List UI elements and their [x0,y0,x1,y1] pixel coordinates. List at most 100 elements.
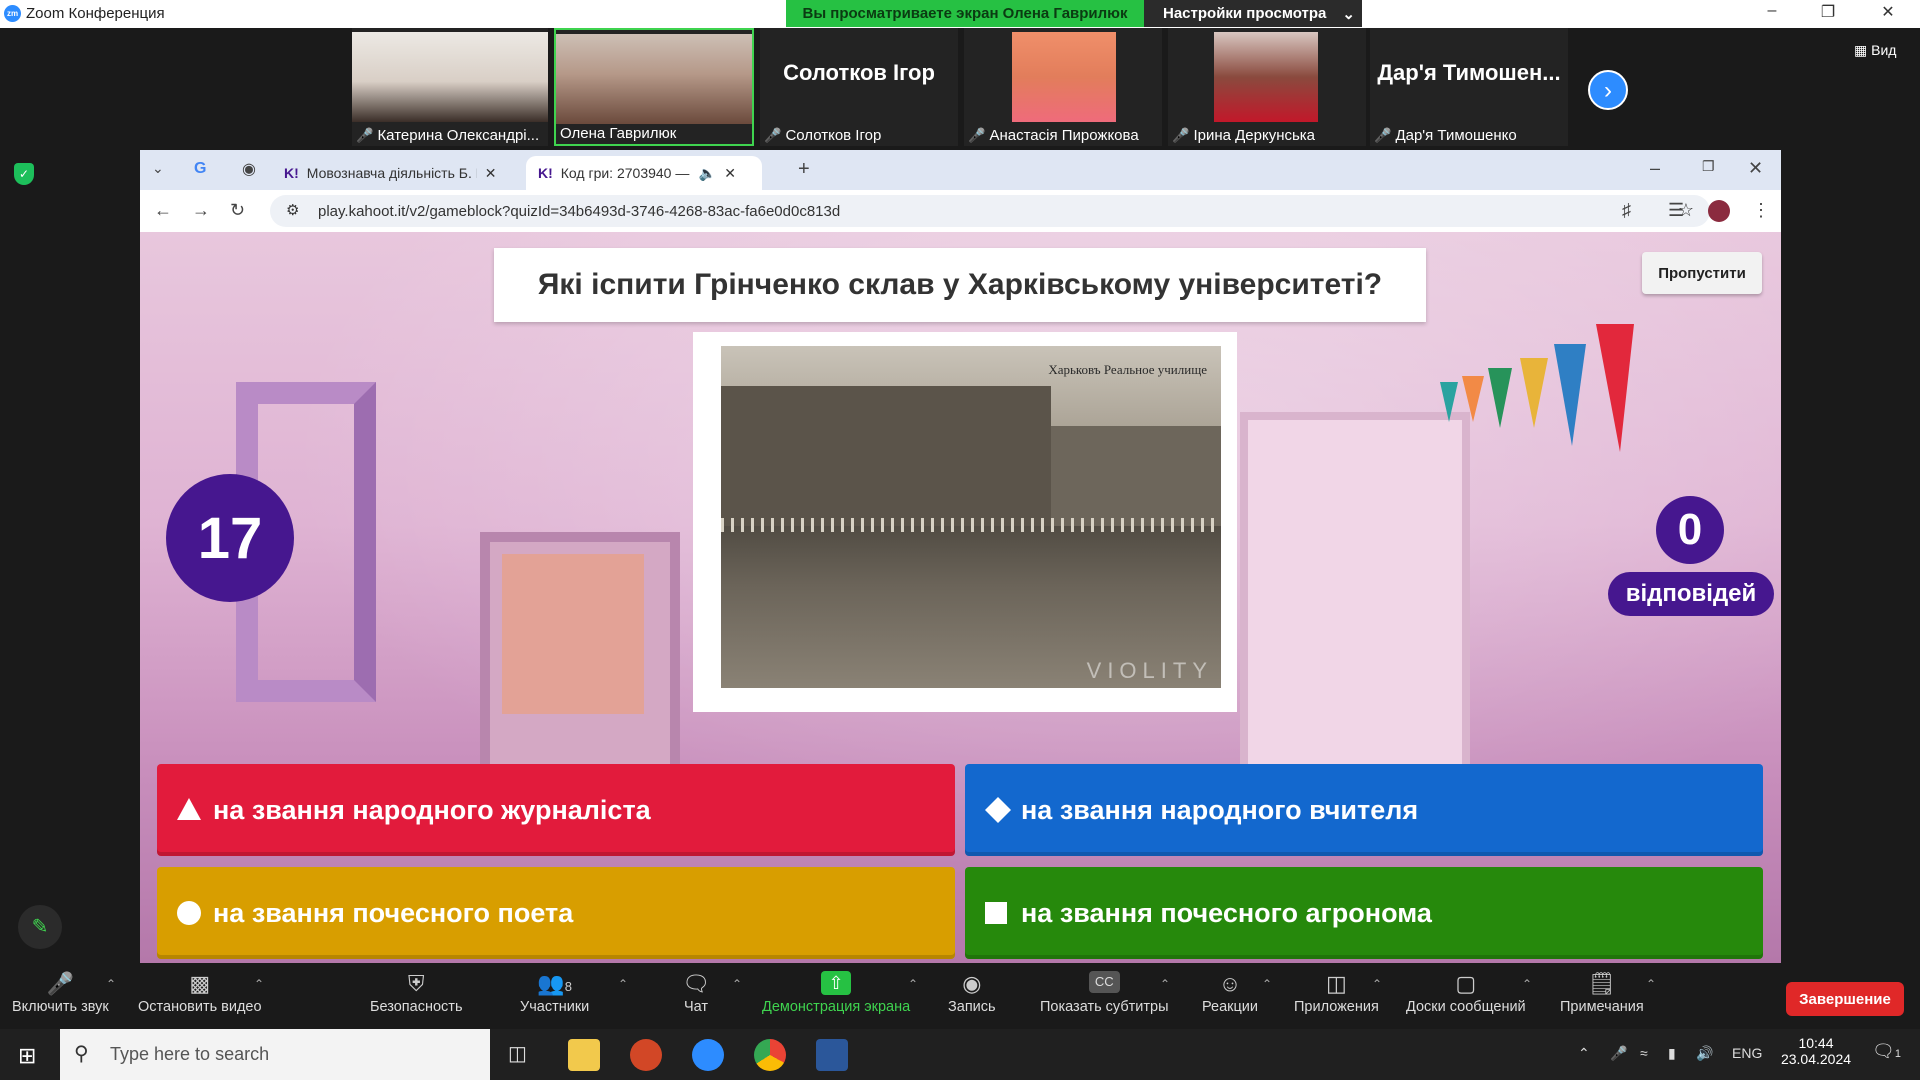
notes-options-chevron-icon[interactable]: ⌃ [1646,977,1656,991]
stop-video-button[interactable]: ▩ Остановить видео [138,971,262,1015]
end-meeting-button[interactable]: Завершение [1786,982,1904,1016]
kahoot-game-area: Які іспити Грінченко склав у Харківськом… [140,232,1781,963]
answer-text: на звання народного вчителя [1021,794,1419,825]
view-button[interactable]: ▦ Вид [1854,42,1896,59]
unmute-button[interactable]: 🎤 Включить звук [12,971,109,1015]
notes-icon: 🗒 [1587,971,1616,996]
word-icon[interactable] [816,1039,848,1071]
reactions-options-chevron-icon[interactable]: ⌃ [1262,977,1272,991]
skip-button[interactable]: Пропустити [1642,252,1762,294]
encryption-shield-icon[interactable]: ✓ [14,163,34,185]
file-explorer-icon[interactable] [568,1039,600,1071]
minimize-browser-button[interactable]: – [1650,158,1660,179]
answer-square[interactable]: на звання почесного агронома [965,867,1763,959]
browser-menu-icon[interactable]: ⋮ [1752,200,1770,221]
participant-name: Дар'я Тимошенко [1395,127,1517,144]
view-settings-dropdown[interactable]: Настройки просмотра ⌄ [1144,0,1362,27]
notifications-icon[interactable]: 🗨1 [1872,1041,1901,1062]
chrome-icon[interactable] [754,1039,786,1071]
participant-tile[interactable]: 🎤 Анастасія Пирожкова [964,28,1162,146]
reload-icon[interactable]: ↻ [230,200,245,221]
captions-label: Показать субтитры [1040,999,1169,1015]
answer-diamond[interactable]: на звання народного вчителя [965,764,1763,856]
participant-tile-active[interactable]: Олена Гаврилюк [554,28,754,146]
profile-avatar[interactable] [1708,200,1730,222]
reactions-button[interactable]: ☺ Реакции [1202,971,1258,1015]
chat-options-chevron-icon[interactable]: ⌃ [732,977,742,991]
extensions-icon[interactable]: ♯ [1622,200,1631,221]
new-tab-plus-icon[interactable]: + [798,158,810,181]
microphone-icon[interactable]: 🎤 [1610,1045,1627,1062]
audio-options-chevron-icon[interactable]: ⌃ [106,977,116,991]
close-window-button[interactable]: ✕ [1868,2,1908,24]
task-view-icon[interactable]: ◫ [508,1041,527,1066]
close-tab-icon[interactable]: ✕ [724,165,736,182]
apps-icon: ◫ [1326,971,1347,996]
windows-start-icon[interactable]: ⊞ [18,1043,36,1069]
next-page-chevron-icon[interactable]: › [1588,70,1628,110]
tab-kahoot-game[interactable]: K! Код гри: 2703940 — Чека 🔈 ✕ [526,156,762,190]
fence-shape [721,518,1221,532]
close-browser-button[interactable]: ✕ [1748,158,1763,179]
clock[interactable]: 10:44 23.04.2024 [1776,1035,1856,1067]
answer-triangle[interactable]: на звання народного журналіста [157,764,955,856]
zoom-app-icon[interactable] [692,1039,724,1071]
restore-button[interactable]: ❐ [1808,2,1848,24]
participants-icon: 👥8 [537,971,572,996]
participant-tile[interactable]: 🎤 Катерина Олександрі... [352,28,548,146]
chat-button[interactable]: 🗨 Чат [682,971,710,1015]
media-controls-icon[interactable]: ☰ [1668,200,1684,221]
mic-off-icon: 🎤 [46,971,75,996]
taskbar-search-box[interactable]: ⚲ Type here to search [60,1029,490,1080]
mic-off-icon: 🎤 [968,127,986,143]
building-wing-shape [1051,426,1221,526]
apps-options-chevron-icon[interactable]: ⌃ [1372,977,1382,991]
powerpoint-icon[interactable] [630,1039,662,1071]
language-indicator[interactable]: ENG [1732,1045,1762,1061]
address-bar[interactable]: ⚙ play.kahoot.it/v2/gameblock?quizId=34b… [270,195,1710,227]
captions-button[interactable]: CC Показать субтитры [1040,971,1169,1015]
site-settings-icon[interactable]: ⚙ [286,201,299,219]
apps-button[interactable]: ◫ Приложения [1294,971,1379,1015]
whiteboards-button[interactable]: ▢ Доски сообщений [1406,971,1526,1015]
participant-tile[interactable]: Дар'я Тимошен... 🎤 Дар'я Тимошенко [1370,28,1568,146]
answers-label: відповідей [1608,572,1774,616]
video-camera-icon: ▩ [189,971,211,996]
google-icon[interactable]: G [194,160,206,178]
wifi-icon[interactable]: ≈ [1640,1045,1648,1061]
answer-circle[interactable]: на звання почесного поета [157,867,955,959]
triangle-icon [177,798,201,820]
annotate-pencil-icon[interactable]: ✎ [18,905,62,949]
restore-browser-button[interactable]: ❐ [1702,158,1715,175]
tab-kahoot-quiz[interactable]: K! Мовознавча діяльність Б. Грі ✕ [272,156,520,190]
captions-options-chevron-icon[interactable]: ⌃ [1160,977,1170,991]
share-screen-button[interactable]: ⇧ Демонстрация экрана [762,971,910,1015]
tray-chevron-icon[interactable]: ⌃ [1578,1045,1590,1062]
participant-tile[interactable]: 🎤 Ірина Деркунська [1168,28,1366,146]
battery-icon[interactable]: ▮ [1668,1045,1676,1062]
participant-tile[interactable]: Солотков Ігор 🎤 Солотков Ігор [760,28,958,146]
share-screen-icon: ⇧ [821,971,852,995]
notes-button[interactable]: 🗒 Примечания [1560,971,1644,1015]
participant-name: Олена Гаврилюк [560,125,677,142]
back-arrow-icon[interactable]: ← [154,200,172,221]
browser-app-icon[interactable]: ◉ [242,159,256,179]
tab-search-chevron-icon[interactable]: ⌄ [152,160,164,177]
volume-icon[interactable]: 🔊 [1696,1045,1713,1062]
forward-arrow-icon[interactable]: → [192,200,210,221]
share-options-chevron-icon[interactable]: ⌃ [908,977,918,991]
participants-button[interactable]: 👥8 Участники [520,971,589,1015]
close-tab-icon[interactable]: ✕ [485,165,497,182]
meeting-controls: 🎤 Включить звук ⌃ ▩ Остановить видео ⌃ ⛨… [0,963,1920,1029]
whiteboards-options-chevron-icon[interactable]: ⌃ [1522,977,1532,991]
record-label: Запись [948,999,996,1015]
record-button[interactable]: ◉ Запись [948,971,996,1015]
security-button[interactable]: ⛨ Безопасность [370,971,463,1015]
speaker-icon[interactable]: 🔈 [699,165,716,182]
video-options-chevron-icon[interactable]: ⌃ [254,977,264,991]
view-settings-label: Настройки просмотра [1163,5,1327,22]
security-label: Безопасность [370,999,463,1015]
minimize-button[interactable]: – [1752,2,1792,24]
participants-options-chevron-icon[interactable]: ⌃ [618,977,628,991]
participant-name: Ірина Деркунська [1193,127,1316,144]
